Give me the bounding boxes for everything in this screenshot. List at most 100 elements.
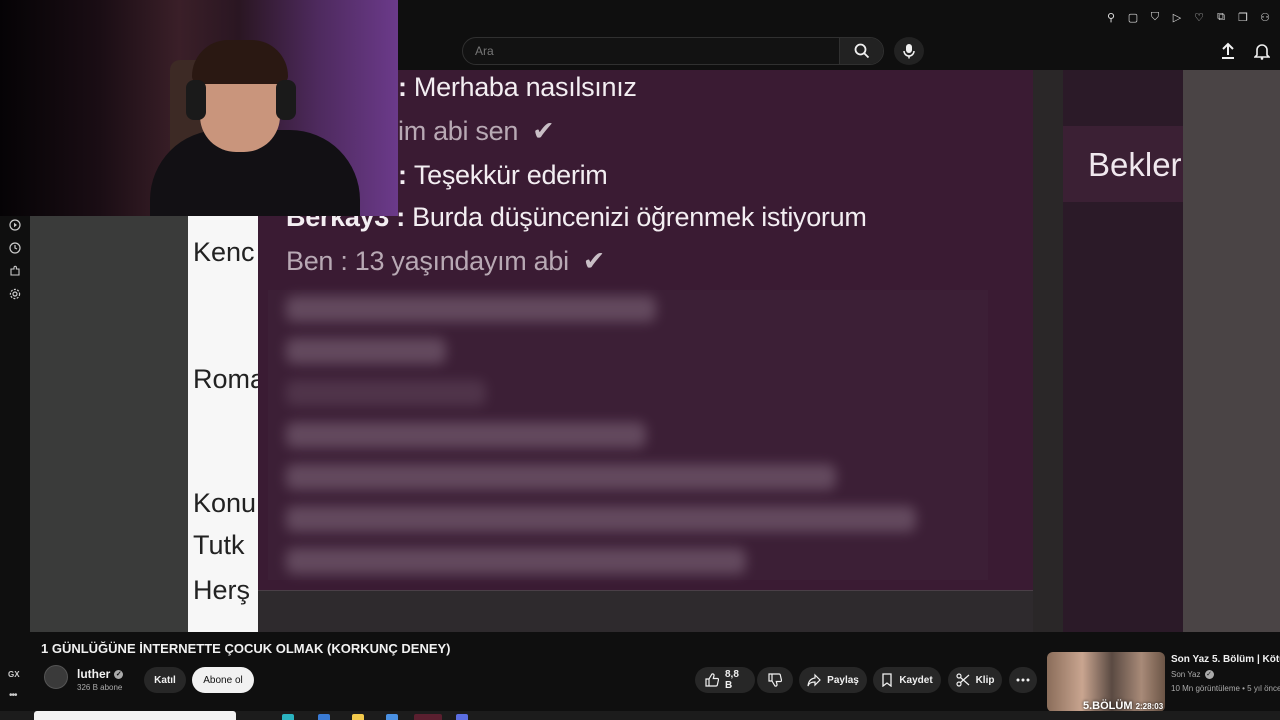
document-word: Tutk xyxy=(193,530,245,560)
channel-avatar[interactable] xyxy=(44,665,68,689)
taskbar-app-icon[interactable] xyxy=(352,714,364,720)
screen: ⚲ ▢ ⛉ ▷ ♡ ⧉ ❐ ⚇ Ara GX ••• Kenc Roma Kon… xyxy=(0,0,1280,720)
taskbar-app-icon[interactable] xyxy=(318,714,330,720)
search-input[interactable] xyxy=(463,38,841,64)
recommended-channel-name[interactable]: Son Yaz xyxy=(1171,670,1201,679)
sent-check-icon: ✔ xyxy=(582,246,606,276)
microphone-icon xyxy=(903,44,915,59)
voice-search-button[interactable] xyxy=(894,37,924,65)
thumbs-down-icon xyxy=(768,673,782,687)
status-text: Bekler xyxy=(1088,146,1182,183)
taskbar-app-icon[interactable] xyxy=(386,714,398,720)
sidebar-extensions-button[interactable] xyxy=(8,264,22,278)
document-page: Kenc Roma Konu Tutk Herş xyxy=(188,210,262,632)
window-icon[interactable]: ▢ xyxy=(1126,10,1140,24)
blurred-message xyxy=(286,422,646,448)
join-label: Katıl xyxy=(154,674,176,686)
sent-check-icon: ✔ xyxy=(532,116,555,146)
thumbs-up-icon xyxy=(705,673,719,687)
puzzle-icon xyxy=(10,265,20,276)
subscriber-count: 326 B abone xyxy=(77,683,123,692)
play-circle-icon xyxy=(9,219,21,231)
chat-text: Burda düşüncenizi öğrenmek istiyorum xyxy=(412,202,867,232)
blurred-message xyxy=(286,338,446,364)
taskbar-search[interactable] xyxy=(34,711,236,720)
share-button[interactable]: Paylaş xyxy=(799,667,867,693)
taskbar-app-icon[interactable] xyxy=(414,714,442,720)
streamer-hair xyxy=(192,40,288,84)
search-button[interactable] xyxy=(839,38,883,64)
sidebar-history-button[interactable] xyxy=(8,241,22,255)
chat-text: 13 yaşındayım abi xyxy=(354,246,569,276)
taskbar-app-icon[interactable] xyxy=(282,714,294,720)
video-duration: 2:28:03 xyxy=(1135,702,1164,711)
notifications-bell-icon[interactable] xyxy=(1254,42,1270,60)
subscribe-label: Abone ol xyxy=(203,674,243,686)
extension-icons: ⚲ ▢ ⛉ ▷ ♡ ⧉ ❐ ⚇ xyxy=(1104,10,1272,24)
sidebar-more-button[interactable]: ••• xyxy=(9,690,17,701)
headphones-icon xyxy=(276,80,296,120)
upload-icon[interactable] xyxy=(1220,42,1236,60)
more-horizontal-icon xyxy=(1016,678,1030,682)
scissors-icon xyxy=(955,673,969,687)
header-actions xyxy=(1220,42,1270,60)
more-actions-button[interactable] xyxy=(1009,667,1037,693)
chat-message: : Merhaba nasılsınız xyxy=(398,72,637,103)
recommended-video-title[interactable]: Son Yaz 5. Bölüm | Kötü Ç xyxy=(1171,654,1280,665)
chat-message: Ben : 13 yaşındayım abi ✔ xyxy=(286,246,605,277)
browser-sidebar: GX ••• xyxy=(0,216,30,720)
play-icon[interactable]: ▷ xyxy=(1170,10,1184,24)
document-word: Konu xyxy=(193,488,257,518)
like-count: 8,8 B xyxy=(725,669,739,691)
video-divider xyxy=(1033,70,1063,632)
recommended-video-meta: 10 Mn görüntüleme • 5 yıl önce xyxy=(1171,684,1280,693)
chat-text: Merhaba nasılsınız xyxy=(413,72,637,102)
blurred-message xyxy=(286,548,746,574)
dislike-button[interactable] xyxy=(757,667,793,693)
copy-icon[interactable]: ❐ xyxy=(1236,10,1250,24)
document-word: Herş xyxy=(193,575,251,605)
recommended-channel[interactable]: Son Yaz ✓ xyxy=(1171,670,1214,680)
chat-text: im abi sen xyxy=(398,116,519,146)
blurred-message xyxy=(286,506,916,532)
taskbar-app-icon[interactable] xyxy=(456,714,468,720)
verified-check-icon: ✓ xyxy=(1204,670,1214,680)
profile-icon[interactable]: ⚇ xyxy=(1258,10,1272,24)
chat-text: Teşekkür ederim xyxy=(413,160,608,190)
webcam-overlay xyxy=(0,0,398,216)
chat-sender: Ben xyxy=(286,246,334,276)
verified-check-icon: ✓ xyxy=(114,670,124,680)
share-arrow-icon xyxy=(807,673,822,687)
taskbar xyxy=(0,711,1280,720)
heart-icon[interactable]: ♡ xyxy=(1192,10,1206,24)
search-icon xyxy=(854,43,869,59)
extensions-icon[interactable]: ⧉ xyxy=(1214,10,1228,24)
sidebar-settings-button[interactable] xyxy=(8,287,22,301)
chat-message: im abi sen ✔ xyxy=(398,116,555,147)
save-button[interactable]: Kaydet xyxy=(873,667,941,693)
gx-label: GX xyxy=(8,670,20,679)
save-label: Kaydet xyxy=(899,674,933,686)
document-word: Roma xyxy=(193,364,262,394)
clip-label: Klip xyxy=(975,674,995,686)
search-box xyxy=(462,37,884,65)
gear-icon xyxy=(9,288,21,300)
clip-button[interactable]: Klip xyxy=(948,667,1002,693)
share-label: Paylaş xyxy=(827,674,859,686)
headphones-icon xyxy=(186,80,206,120)
chat-input-area xyxy=(258,590,1033,632)
bookmark-icon xyxy=(882,673,892,687)
chat-separator: : xyxy=(398,160,414,190)
shield-icon[interactable]: ⛉ xyxy=(1148,10,1162,24)
channel-name-text[interactable]: luther xyxy=(77,667,110,681)
video-title: 1 GÜNLÜĞÜNE İNTERNETTE ÇOCUK OLMAK (KORK… xyxy=(41,641,451,656)
channel-name[interactable]: luther ✓ xyxy=(77,667,124,681)
join-button[interactable]: Katıl xyxy=(144,667,186,693)
subscribe-button[interactable]: Abone ol xyxy=(192,667,254,693)
pin-icon[interactable]: ⚲ xyxy=(1104,10,1118,24)
sidebar-play-button[interactable] xyxy=(8,218,22,232)
chat-separator: : xyxy=(333,246,355,276)
like-button[interactable]: 8,8 B xyxy=(695,667,755,693)
video-background-right xyxy=(1183,70,1280,632)
recommended-video-thumbnail[interactable]: 5.BÖLÜM 2:28:03 xyxy=(1047,652,1165,712)
